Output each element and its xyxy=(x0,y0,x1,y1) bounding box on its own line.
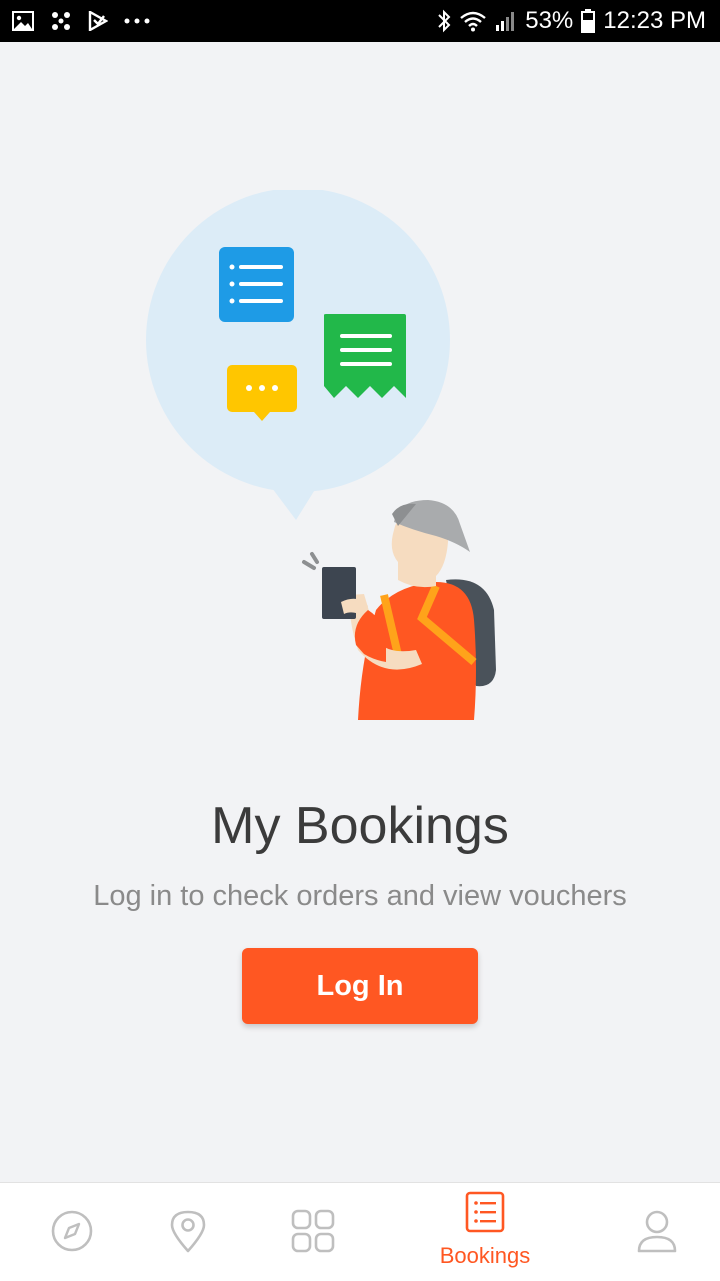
nav-item-bookings[interactable]: Bookings xyxy=(413,1183,557,1281)
status-bar: 53% 12:23 PM xyxy=(0,0,720,42)
status-bar-notifications xyxy=(12,0,150,42)
pinwheel-icon xyxy=(50,10,72,32)
wifi-icon xyxy=(459,10,487,32)
bottom-navigation: Bookings xyxy=(0,1182,720,1281)
bookings-list-icon xyxy=(465,1191,505,1237)
signal-icon xyxy=(495,10,517,32)
list-card-icon xyxy=(219,247,294,322)
status-bar-system: 53% 12:23 PM xyxy=(437,0,706,42)
receipt-icon xyxy=(324,314,406,398)
clock: 12:23 PM xyxy=(603,7,706,34)
location-pin-icon xyxy=(168,1209,208,1257)
login-button[interactable]: Log In xyxy=(242,948,478,1024)
gallery-icon xyxy=(12,11,34,31)
battery-icon xyxy=(581,9,596,33)
battery-percent: 53% xyxy=(525,7,574,34)
bluetooth-icon xyxy=(437,9,451,33)
page-title: My Bookings xyxy=(211,797,509,855)
nav-label-bookings: Bookings xyxy=(439,1243,531,1268)
compass-icon xyxy=(50,1209,94,1257)
nav-item-categories[interactable] xyxy=(241,1183,385,1281)
profile-icon xyxy=(637,1209,677,1257)
more-dots-icon xyxy=(124,18,150,24)
traveler-figure xyxy=(302,500,496,720)
nav-item-destinations[interactable] xyxy=(116,1183,260,1281)
nav-item-account[interactable] xyxy=(585,1183,720,1281)
play-store-icon xyxy=(88,11,108,31)
page-subtitle: Log in to check orders and view vouchers xyxy=(93,880,627,912)
bookings-illustration xyxy=(146,190,496,720)
grid-icon xyxy=(291,1209,335,1257)
